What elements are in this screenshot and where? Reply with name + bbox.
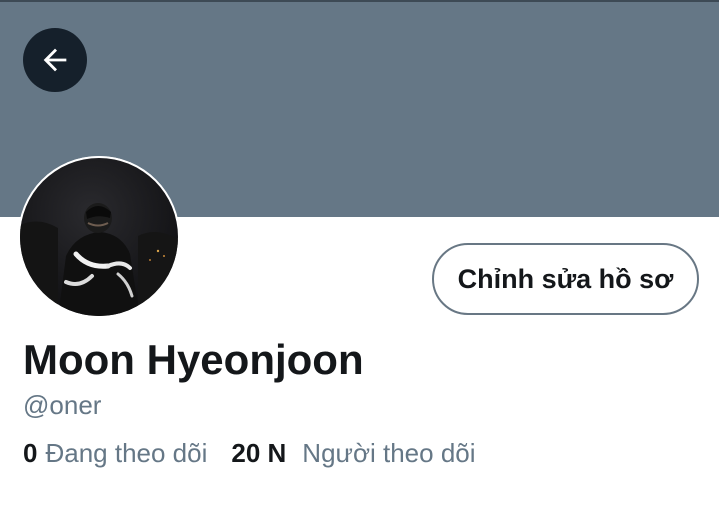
following-stat[interactable]: 0 Đang theo dõi [23,438,207,469]
profile-name: Moon Hyeonjoon [23,336,364,383]
profile-page: Chỉnh sửa hồ sơ Moon Hyeonjoon @oner 0 Đ… [0,0,719,506]
followers-label: Người theo dõi [302,438,476,468]
following-count: 0 [23,438,38,468]
following-label: Đang theo dõi [45,438,208,468]
avatar-photo [18,156,180,318]
edit-profile-button[interactable]: Chỉnh sửa hồ sơ [432,243,699,315]
profile-handle: @oner [23,390,102,420]
followers-count: 20 N [231,438,287,468]
back-button[interactable] [23,28,87,92]
profile-stats: 0 Đang theo dõi 20 N Người theo dõi [23,438,476,469]
arrow-left-icon [43,48,67,72]
followers-stat[interactable]: 20 N Người theo dõi [231,438,475,469]
avatar[interactable] [18,156,180,318]
edit-profile-label: Chỉnh sửa hồ sơ [457,263,674,294]
